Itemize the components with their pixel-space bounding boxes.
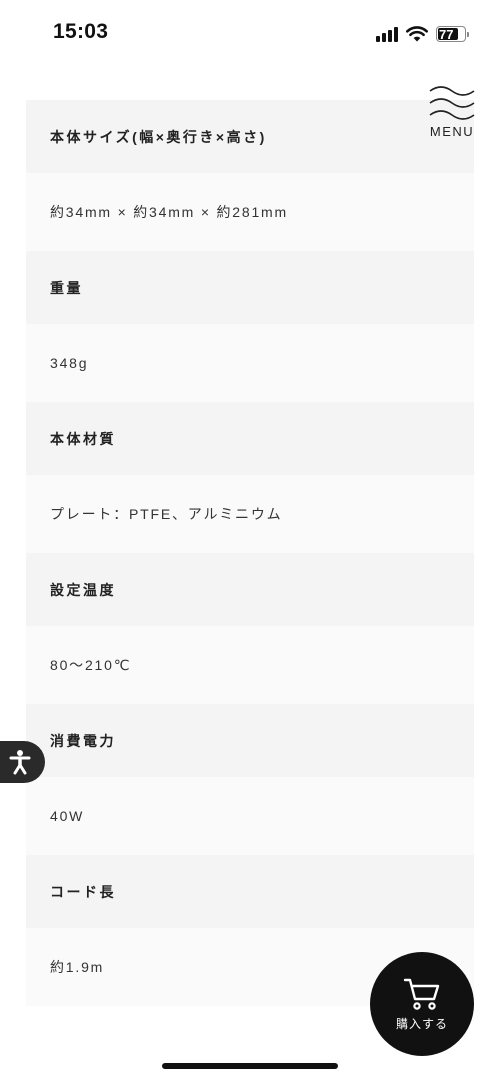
- spec-row-temperature: 設定温度 80〜210℃: [26, 553, 474, 704]
- spec-value: 348g: [26, 324, 474, 402]
- spec-value: 約34mm × 約34mm × 約281mm: [26, 173, 474, 251]
- spec-row-material: 本体材質 プレート：PTFE、アルミニウム: [26, 402, 474, 553]
- spec-value: 80〜210℃: [26, 626, 474, 704]
- status-time: 15:03: [53, 20, 109, 43]
- cellular-signal-icon: [376, 26, 398, 42]
- spec-value: 40W: [26, 777, 474, 855]
- battery-level: 77: [439, 26, 454, 42]
- spec-row-size: 本体サイズ(幅×奥行き×高さ) 約34mm × 約34mm × 約281mm: [26, 100, 474, 251]
- purchase-button-label: 購入する: [395, 1016, 448, 1031]
- menu-label: MENU: [429, 124, 475, 139]
- cart-icon: [403, 978, 440, 1010]
- spec-label: 消費電力: [26, 704, 474, 777]
- status-icons: 77: [376, 24, 469, 44]
- spec-value: プレート：PTFE、アルミニウム: [26, 475, 474, 553]
- spec-label: 重量: [26, 251, 474, 324]
- home-indicator[interactable]: [162, 1063, 338, 1069]
- spec-label: 本体サイズ(幅×奥行き×高さ): [26, 100, 474, 173]
- accessibility-button[interactable]: [0, 741, 45, 783]
- spec-table: 本体サイズ(幅×奥行き×高さ) 約34mm × 約34mm × 約281mm 重…: [26, 100, 474, 1006]
- spec-label: コード長: [26, 855, 474, 928]
- menu-button[interactable]: MENU: [426, 84, 478, 144]
- purchase-button[interactable]: 購入する: [370, 952, 474, 1056]
- spec-row-power: 消費電力 40W: [26, 704, 474, 855]
- accessibility-icon: [9, 750, 30, 775]
- battery-icon: 77: [436, 26, 469, 42]
- spec-label: 設定温度: [26, 553, 474, 626]
- spec-label: 本体材質: [26, 402, 474, 475]
- wifi-icon: [406, 26, 428, 42]
- wave-menu-icon: [429, 86, 475, 120]
- status-bar: 15:03 77: [0, 0, 500, 66]
- spec-row-weight: 重量 348g: [26, 251, 474, 402]
